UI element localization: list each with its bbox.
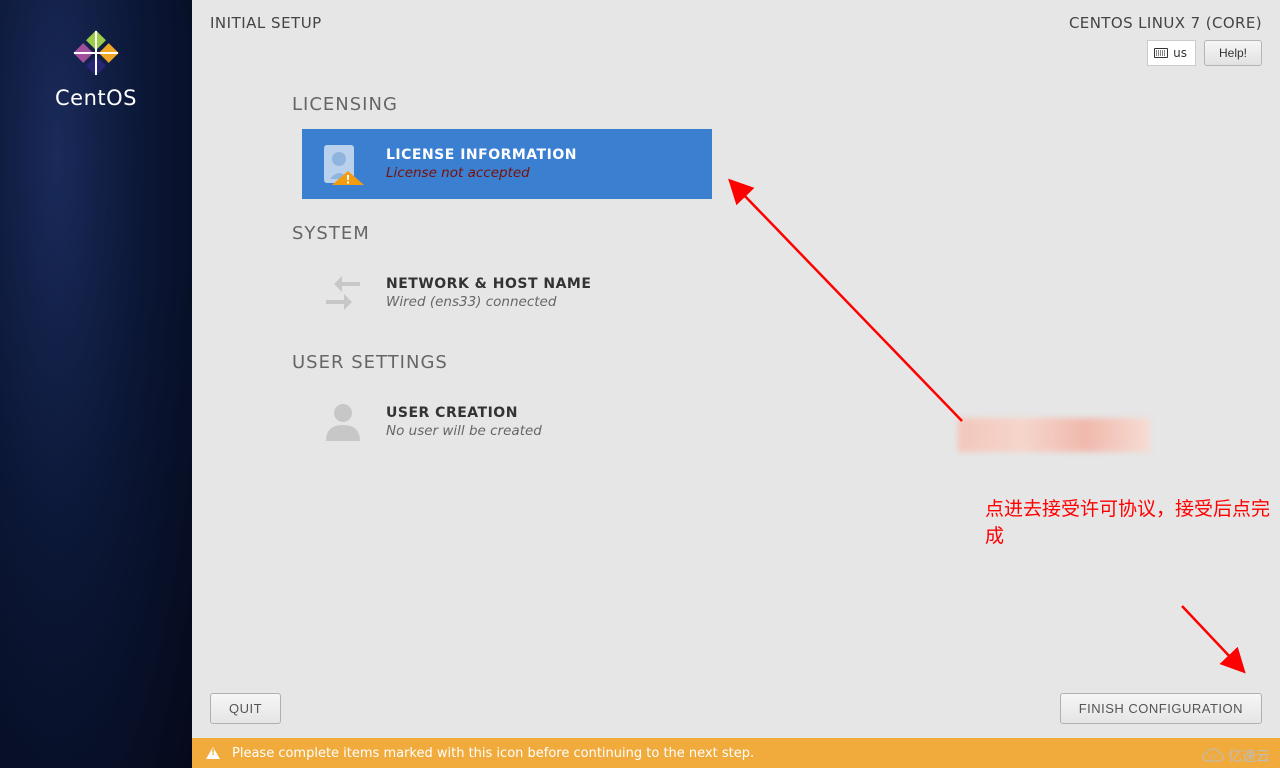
top-bar: INITIAL SETUP CENTOS LINUX 7 (CORE) us H… (192, 0, 1280, 66)
logo: CentOS (55, 30, 137, 110)
spoke-title: NETWORK & HOST NAME (386, 276, 591, 292)
spoke-license-information[interactable]: LICENSE INFORMATION License not accepted (302, 129, 712, 199)
spoke-network-hostname[interactable]: NETWORK & HOST NAME Wired (ens33) connec… (302, 258, 712, 328)
keyboard-icon (1154, 48, 1168, 58)
warning-bar: Please complete items marked with this i… (192, 738, 1280, 768)
section-title-system: SYSTEM (292, 223, 1280, 244)
svg-text:ys: ys (1209, 753, 1217, 761)
watermark-text: 亿速云 (1228, 746, 1270, 766)
spoke-user-creation[interactable]: USER CREATION No user will be created (302, 387, 712, 457)
spoke-status: Wired (ens33) connected (386, 294, 591, 310)
main-panel: INITIAL SETUP CENTOS LINUX 7 (CORE) us H… (192, 0, 1280, 768)
content-area: LICENSING LICENSE INFORMATION License no… (192, 66, 1280, 768)
network-icon (318, 268, 368, 318)
spoke-title: USER CREATION (386, 405, 542, 421)
cloud-icon: ys (1202, 748, 1224, 764)
finish-configuration-button[interactable]: FINISH CONFIGURATION (1060, 693, 1262, 724)
bottom-button-bar: QUIT FINISH CONFIGURATION (192, 693, 1280, 724)
annotation-blur-box (958, 418, 1150, 452)
top-right: CENTOS LINUX 7 (CORE) us Help! (1069, 14, 1262, 66)
spoke-status: No user will be created (386, 423, 542, 439)
spoke-status: License not accepted (386, 165, 577, 181)
section-title-user-settings: USER SETTINGS (292, 352, 1280, 373)
help-button[interactable]: Help! (1204, 40, 1262, 66)
quit-button[interactable]: QUIT (210, 693, 281, 724)
spoke-title: LICENSE INFORMATION (386, 147, 577, 163)
keyboard-layout-text: us (1173, 46, 1187, 60)
brand-text: CentOS (55, 86, 137, 110)
annotation-hint-text: 点进去接受许可协议，接受后点完成 (985, 494, 1280, 548)
section-title-licensing: LICENSING (292, 94, 1280, 115)
keyboard-layout-indicator[interactable]: us (1147, 40, 1196, 66)
license-icon (318, 139, 368, 189)
page-title: INITIAL SETUP (210, 14, 322, 32)
sidebar: CentOS (0, 0, 192, 768)
watermark: ys 亿速云 (1202, 746, 1270, 766)
warning-icon (206, 747, 220, 759)
centos-logo-icon (73, 30, 119, 76)
warning-message: Please complete items marked with this i… (232, 746, 754, 761)
distro-label: CENTOS LINUX 7 (CORE) (1069, 14, 1262, 32)
user-icon (318, 397, 368, 447)
